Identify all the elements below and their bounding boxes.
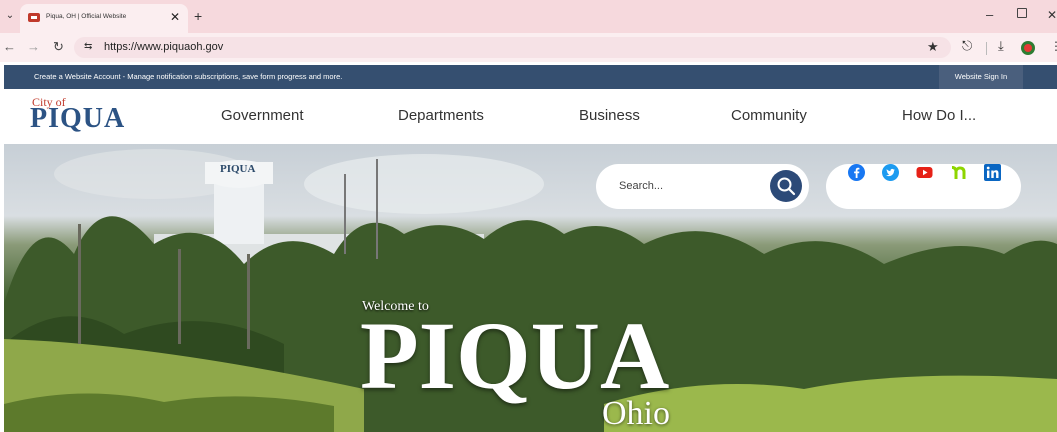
bookmark-star-icon[interactable]: ★ <box>927 39 939 55</box>
browser-toolbar: ← → ↻ ⇆ https://www.piquaoh.gov ★ ⎋ ⤓ ⋮ <box>0 33 1057 62</box>
reload-icon[interactable]: ↻ <box>53 39 64 55</box>
site-header: City of PIQUA Government Departments Bus… <box>4 89 1057 144</box>
youtube-icon[interactable] <box>916 164 933 181</box>
search-box: Search... <box>596 164 809 209</box>
back-icon[interactable]: ← <box>3 39 16 54</box>
create-account-link[interactable]: Create a Website Account - Manage notifi… <box>34 72 342 81</box>
search-input[interactable]: Search... <box>619 180 663 192</box>
linkedin-icon[interactable] <box>984 164 1001 181</box>
hero-title: PIQUA <box>360 302 670 409</box>
address-bar[interactable]: ⇆ https://www.piquaoh.gov ★ <box>74 37 951 58</box>
tab-title: Piqua, OH | Official Website <box>46 13 127 20</box>
window-close-icon[interactable]: ✕ <box>1047 8 1057 22</box>
hero-subtitle: Ohio <box>602 395 670 432</box>
nav-government[interactable]: Government <box>221 107 304 124</box>
website-sign-in-button[interactable]: Website Sign In <box>939 65 1023 89</box>
maximize-icon[interactable] <box>1017 8 1027 18</box>
social-links <box>826 164 1021 209</box>
logo-piqua-text: PIQUA <box>30 103 126 134</box>
minimize-icon[interactable]: – <box>986 7 993 22</box>
browser-tab[interactable]: Piqua, OH | Official Website ✕ <box>20 4 188 33</box>
url-text[interactable]: https://www.piquaoh.gov <box>104 41 223 53</box>
hero-banner: PIQUA Search... Welcome to PIQUA Ohio <box>4 144 1057 432</box>
nav-departments[interactable]: Departments <box>398 107 484 124</box>
tab-close-icon[interactable]: ✕ <box>170 10 180 24</box>
nextdoor-icon[interactable] <box>950 164 967 181</box>
browser-tab-strip: ⌄ Piqua, OH | Official Website ✕ + – ✕ <box>0 0 1057 33</box>
twitter-icon[interactable] <box>882 164 899 181</box>
water-tower-label: PIQUA <box>220 163 256 175</box>
forward-icon[interactable]: → <box>27 39 40 54</box>
nav-how-do-i[interactable]: How Do I... <box>902 107 976 124</box>
profile-icon[interactable] <box>1021 41 1035 55</box>
favicon-icon <box>28 13 40 22</box>
site-info-icon[interactable]: ⇆ <box>84 41 92 52</box>
facebook-icon[interactable] <box>848 164 865 181</box>
nav-business[interactable]: Business <box>579 107 640 124</box>
search-icon <box>777 177 796 196</box>
new-tab-icon[interactable]: + <box>194 8 202 24</box>
download-icon[interactable]: ⤓ <box>998 38 1004 54</box>
tab-list-icon[interactable]: ⌄ <box>3 9 17 23</box>
toolbar-divider <box>986 42 987 55</box>
search-button[interactable] <box>770 170 802 202</box>
extensions-icon[interactable]: ⎋ <box>962 38 972 54</box>
nav-community[interactable]: Community <box>731 107 807 124</box>
menu-icon[interactable]: ⋮ <box>1050 39 1057 53</box>
notice-bar: Create a Website Account - Manage notifi… <box>4 65 1057 89</box>
